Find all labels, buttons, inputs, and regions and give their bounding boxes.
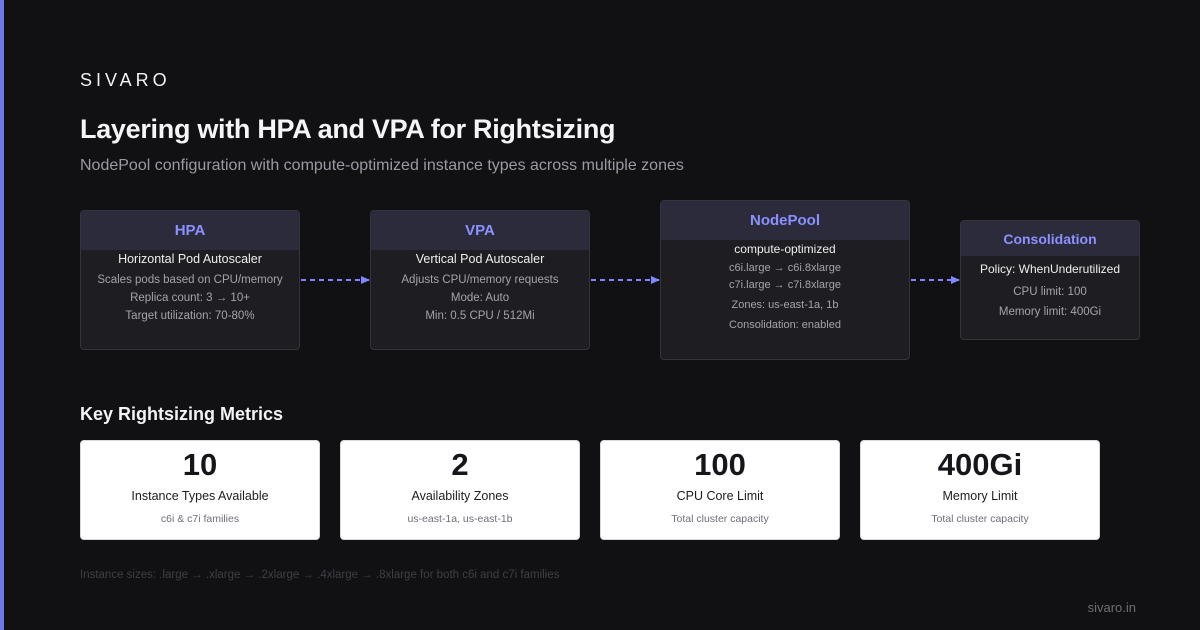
nodepool-card: NodePool compute-optimized c6i.large → c… [660,200,910,360]
hpa-card-header: HPA [81,211,299,250]
nodepool-card-header: NodePool [661,201,909,240]
metrics-section-title: Key Rightsizing Metrics [80,404,284,424]
hpa-card-subtitle: Horizontal Pod Autoscaler [118,252,262,266]
nodepool-card-line: Zones: us-east-1a, 1b [731,299,839,311]
metric-label: Memory Limit [942,489,1018,503]
metric-note: Total cluster capacity [931,513,1029,525]
vpa-card: VPA Vertical Pod Autoscaler Adjusts CPU/… [370,210,590,350]
consolidation-card-subtitle: Policy: WhenUnderutilized [979,262,1121,276]
metric-value: 2 [451,447,469,482]
metric-value: 100 [694,447,746,482]
metric-note: c6i & c7i families [160,513,240,525]
metric-card-memory-limit: 400Gi Memory Limit Total cluster capacit… [860,440,1100,540]
vpa-card-header: VPA [371,211,589,250]
vpa-card-line: Mode: Auto [450,292,510,304]
metric-note: Total cluster capacity [671,513,769,525]
consolidation-card-line: Memory limit: 400Gi [998,306,1102,318]
metric-label: Instance Types Available [131,489,269,503]
vpa-card-line: Min: 0.5 CPU / 512Mi [425,310,535,322]
metric-card-availability-zones: 2 Availability Zones us-east-1a, us-east… [340,440,580,540]
metric-label: CPU Core Limit [676,489,764,503]
consolidation-card-header: Consolidation [961,221,1139,256]
metric-value: 10 [182,447,218,482]
nodepool-card-line: c6i.large → c6i.8xlarge [729,262,841,274]
nodepool-card-line: c7i.large → c7i.8xlarge [729,279,841,291]
metric-label: Availability Zones [411,489,509,503]
nodepool-card-subtitle: compute-optimized [734,242,836,256]
metric-card-instance-types: 10 Instance Types Available c6i & c7i fa… [80,440,320,540]
site-url: sivaro.in [1087,600,1136,615]
consolidation-card-line: CPU limit: 100 [1013,286,1087,298]
hpa-card-line: Replica count: 3 → 10+ [130,292,250,304]
nodepool-card-line: Consolidation: enabled [729,319,841,331]
hpa-card-line: Target utilization: 70-80% [125,310,255,322]
metric-card-cpu-limit: 100 CPU Core Limit Total cluster capacit… [600,440,840,540]
metric-value: 400Gi [937,447,1023,482]
hpa-card-line: Scales pods based on CPU/memory [97,274,283,286]
vpa-card-subtitle: Vertical Pod Autoscaler [415,252,545,266]
metric-note: us-east-1a, us-east-1b [407,513,513,525]
consolidation-card: Consolidation Policy: WhenUnderutilized … [960,220,1140,340]
footnote: Instance sizes: .large → .xlarge → .2xla… [80,569,560,581]
hpa-card: HPA Horizontal Pod Autoscaler Scales pod… [80,210,300,350]
vpa-card-line: Adjusts CPU/memory requests [401,274,559,286]
